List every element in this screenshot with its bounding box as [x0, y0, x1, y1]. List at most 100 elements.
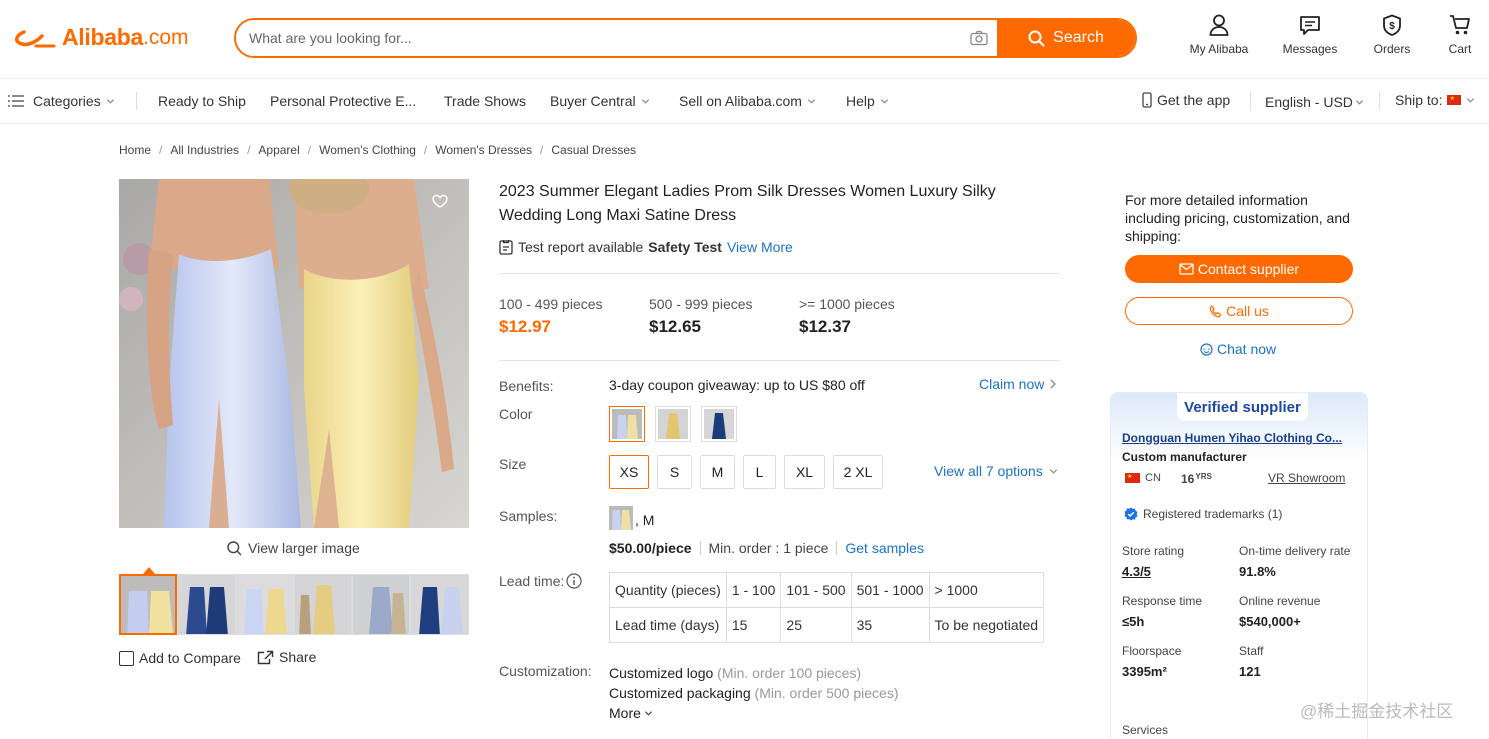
- chevron-down-icon: [807, 98, 816, 104]
- cart-icon: [1450, 15, 1470, 35]
- add-compare-label: Add to Compare: [139, 650, 241, 666]
- breadcrumb-item[interactable]: Women's Clothing: [319, 143, 416, 157]
- breadcrumb-item[interactable]: Casual Dresses: [551, 143, 636, 157]
- thumbnail[interactable]: [177, 574, 236, 635]
- table-cell: > 1000: [928, 572, 1045, 608]
- table-cell: Lead time (days): [609, 607, 727, 643]
- test-report-row: Test report available Safety Test View M…: [499, 239, 793, 255]
- thumbnail[interactable]: [352, 574, 411, 635]
- table-cell: 35: [850, 607, 930, 643]
- nav-personal-protective[interactable]: Personal Protective E...: [270, 93, 416, 109]
- orders-button[interactable]: $ Orders: [1367, 14, 1417, 56]
- divider: [499, 273, 1060, 274]
- search-button[interactable]: Search: [997, 20, 1135, 56]
- call-us-button[interactable]: Call us: [1125, 297, 1353, 325]
- info-icon[interactable]: [566, 573, 582, 589]
- thumbnail[interactable]: [235, 574, 294, 635]
- breadcrumb-separator: /: [247, 143, 251, 157]
- nav-sell-on-alibaba[interactable]: Sell on Alibaba.com: [679, 93, 816, 109]
- table-cell: 25: [780, 607, 852, 643]
- china-flag-icon: ★: [1447, 95, 1462, 105]
- thumbnail[interactable]: [410, 574, 469, 635]
- cart-button[interactable]: Cart: [1440, 14, 1480, 56]
- divider: [699, 541, 701, 555]
- nav-help[interactable]: Help: [846, 93, 889, 109]
- phone-call-icon: [1209, 304, 1222, 317]
- size-option[interactable]: XL: [784, 455, 825, 489]
- services-label: Services: [1122, 723, 1169, 737]
- breadcrumb-item[interactable]: Apparel: [258, 143, 299, 157]
- test-report-label: Test report available: [518, 239, 644, 255]
- nav-ready-to-ship[interactable]: Ready to Ship: [158, 93, 246, 109]
- safety-test-label: Safety Test: [648, 239, 722, 255]
- color-swatch-navy[interactable]: [701, 406, 737, 442]
- chevron-down-icon: [1355, 99, 1363, 105]
- language-selector[interactable]: English - USD: [1265, 94, 1364, 110]
- view-all-options-link[interactable]: View all 7 options: [934, 463, 1058, 479]
- size-option[interactable]: M: [700, 455, 735, 489]
- thumbnail-strip: [119, 574, 469, 635]
- customization-name: Customized logo: [609, 665, 714, 681]
- supplier-name-link[interactable]: Dongguan Humen Yihao Clothing Co...: [1122, 431, 1358, 445]
- nav-categories[interactable]: Categories: [8, 93, 115, 109]
- checkbox-icon[interactable]: [119, 650, 134, 666]
- watermark: @稀土掘金技术社区: [1300, 702, 1454, 721]
- thumbnail[interactable]: [293, 574, 353, 635]
- size-option[interactable]: S: [657, 455, 692, 489]
- my-alibaba-label: My Alibaba: [1189, 42, 1249, 56]
- thumbnail[interactable]: [119, 574, 178, 635]
- supplier-card: Verified supplier Dongguan Humen Yihao C…: [1110, 392, 1368, 739]
- alibaba-logo[interactable]: Alibaba .com: [14, 24, 189, 51]
- stat-label: Store rating: [1122, 544, 1185, 558]
- search-bar: Search: [234, 18, 1137, 58]
- get-samples-link[interactable]: Get samples: [845, 540, 924, 556]
- color-swatch-yellow[interactable]: [655, 406, 691, 442]
- share-button[interactable]: Share: [257, 649, 316, 665]
- more-link[interactable]: More: [609, 705, 653, 721]
- breadcrumb-item[interactable]: All Industries: [170, 143, 239, 157]
- thumb-pointer: [143, 567, 155, 574]
- breadcrumb-separator: /: [307, 143, 312, 157]
- my-alibaba-button[interactable]: My Alibaba: [1183, 14, 1255, 56]
- ship-to-selector[interactable]: Ship to: ★: [1395, 92, 1475, 108]
- breadcrumb-separator: /: [423, 143, 428, 157]
- search-input[interactable]: [236, 20, 961, 56]
- nav-divider: [136, 92, 137, 110]
- store-rating-value[interactable]: 4.3/5: [1122, 564, 1151, 579]
- breadcrumb-separator: /: [159, 143, 163, 157]
- get-app-link[interactable]: Get the app: [1142, 92, 1230, 108]
- breadcrumb-separator: /: [540, 143, 544, 157]
- logo-word: Alibaba: [62, 24, 143, 50]
- color-swatch-blue[interactable]: [609, 406, 645, 442]
- chat-now-link[interactable]: Chat now: [1200, 341, 1276, 357]
- main-product-image[interactable]: [119, 179, 469, 528]
- size-option[interactable]: XS: [609, 455, 649, 489]
- supplier-years: 16 YRS: [1181, 472, 1212, 486]
- trademarks-row: Registered trademarks (1): [1124, 507, 1282, 521]
- orders-label: Orders: [1373, 42, 1411, 56]
- size-option[interactable]: 2 XL: [833, 455, 883, 489]
- add-to-compare[interactable]: Add to Compare: [119, 650, 241, 666]
- table-cell: 1 - 100: [725, 572, 782, 608]
- view-more-link[interactable]: View More: [727, 239, 793, 255]
- camera-icon[interactable]: [961, 20, 997, 56]
- breadcrumb-item[interactable]: Women's Dresses: [435, 143, 532, 157]
- size-option[interactable]: L: [743, 455, 776, 489]
- claim-now-label: Claim now: [979, 376, 1045, 392]
- verified-check-icon: [1124, 507, 1138, 521]
- messages-button[interactable]: Messages: [1278, 14, 1342, 56]
- menu-icon: [8, 95, 24, 107]
- price-tier-price: $12.37: [799, 317, 851, 336]
- nav-buyer-central[interactable]: Buyer Central: [550, 93, 650, 109]
- vr-showroom-link[interactable]: VR Showroom: [1268, 471, 1345, 485]
- breadcrumb-item[interactable]: Home: [119, 143, 151, 157]
- claim-now-link[interactable]: Claim now: [979, 376, 1057, 392]
- product-title: 2023 Summer Elegant Ladies Prom Silk Dre…: [499, 183, 996, 224]
- divider: [836, 541, 838, 555]
- contact-supplier-button[interactable]: Contact supplier: [1125, 255, 1353, 283]
- verified-supplier-badge: Verified supplier: [1177, 393, 1308, 421]
- stat-value: 3395m²: [1122, 664, 1167, 679]
- price-tier: 100 - 499 pieces $12.97: [499, 296, 603, 337]
- view-larger-image[interactable]: View larger image: [227, 540, 360, 556]
- nav-trade-shows[interactable]: Trade Shows: [444, 93, 526, 109]
